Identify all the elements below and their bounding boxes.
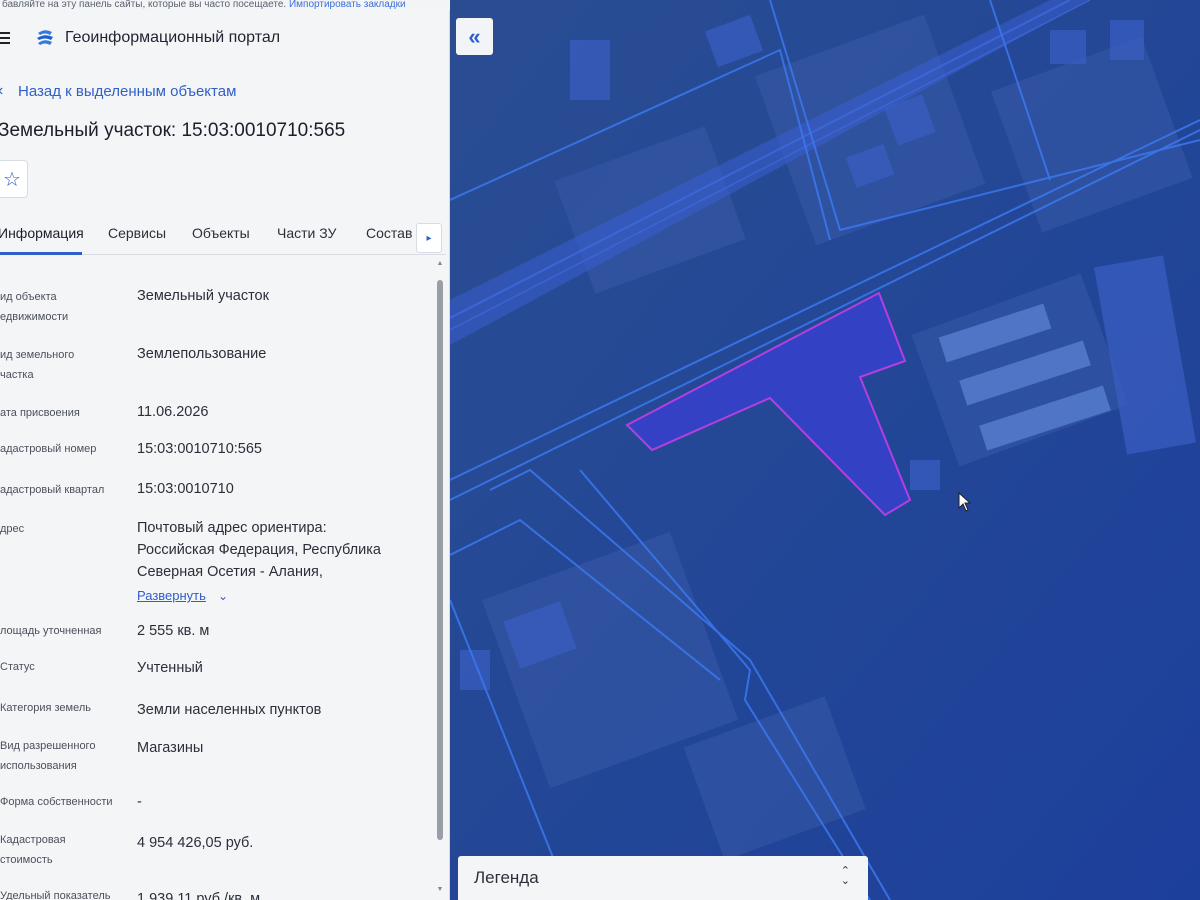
object-title: Земельный участок: 15:03:0010710:565	[0, 120, 346, 141]
address-value: Почтовый адрес ориентира: Российская Фед…	[137, 520, 381, 603]
up-down-chevron-icon: ⌃ ⌄	[840, 865, 850, 887]
prop-label: Кадастровая стоимость	[0, 834, 66, 866]
prop-value: 2 555 кв. м	[137, 623, 210, 639]
prop-label: адастровый номер	[0, 443, 97, 455]
portal-logo-icon	[34, 27, 56, 49]
prop-label: ид земельного частка	[0, 349, 75, 381]
expand-address-link[interactable]: Развернуть	[137, 588, 206, 603]
panel-scrollbar[interactable]	[437, 280, 443, 840]
map-canvas	[450, 0, 1200, 900]
bookmarks-hint: бавляйте на эту панель сайты, которые вы…	[2, 0, 287, 10]
tab-composition[interactable]: Состав	[366, 225, 412, 241]
prop-label: адастровый квартал	[0, 484, 105, 496]
tab-information[interactable]: Информация	[0, 225, 84, 241]
legend-selector[interactable]: Легенда ⌃ ⌄	[458, 856, 868, 900]
prop-value: Учтенный	[137, 660, 203, 676]
object-info-panel: Геоинформационный портал ‹ Назад к выдел…	[0, 10, 450, 900]
active-tab-indicator	[0, 252, 82, 255]
tabs-scroll-right-button[interactable]: ▸	[416, 223, 442, 253]
prop-label: лощадь уточненная	[0, 625, 102, 637]
import-bookmarks-link[interactable]: Импортировать закладки	[289, 0, 406, 10]
chevron-left-icon: ‹	[0, 82, 14, 100]
prop-value: -	[137, 794, 142, 810]
hamburger-menu-icon[interactable]	[0, 32, 12, 44]
prop-value: 11.06.2026	[137, 404, 209, 420]
prop-label: Категория земель	[0, 702, 91, 714]
prop-label: Форма собственности	[0, 796, 113, 808]
caret-right-icon: ▸	[426, 232, 432, 244]
chevron-down-icon: ⌄	[217, 589, 229, 603]
tab-bar: Информация Сервисы Объекты Части ЗУ Сост…	[0, 215, 446, 255]
prop-value: 4 954 426,05 руб.	[137, 835, 254, 851]
app-title: Геоинформационный портал	[65, 29, 281, 46]
tab-parts[interactable]: Части ЗУ	[277, 225, 336, 241]
legend-label: Легенда	[474, 868, 539, 887]
prop-value: 15:03:0010710:565	[137, 441, 262, 457]
app-header: Геоинформационный портал	[0, 22, 440, 54]
back-to-selected-link[interactable]: ‹ Назад к выделенным объектам	[0, 82, 236, 100]
prop-label: дрес	[0, 523, 25, 535]
prop-value: 1 939,11 руб./кв. м	[137, 891, 261, 900]
map-view[interactable]: « Легенда ⌃ ⌄	[450, 0, 1200, 900]
prop-label: Вид разрешенного использования	[0, 740, 96, 772]
scroll-down-icon[interactable]: ▼	[436, 886, 444, 893]
star-icon: ☆	[3, 168, 21, 191]
prop-label: Статус	[0, 661, 35, 673]
tab-objects[interactable]: Объекты	[192, 225, 250, 241]
prop-label: Удельный показатель	[0, 890, 111, 900]
favorite-button[interactable]: ☆	[0, 160, 28, 198]
collapse-panel-button[interactable]: «	[456, 18, 493, 55]
double-chevron-left-icon: «	[468, 23, 481, 49]
prop-value: Магазины	[137, 740, 204, 756]
prop-label: ата присвоения	[0, 407, 80, 419]
bookmarks-bar: бавляйте на эту панель сайты, которые вы…	[0, 0, 450, 10]
prop-value: Земли населенных пунктов	[137, 702, 322, 718]
tab-services[interactable]: Сервисы	[108, 225, 166, 241]
prop-label: ид объекта едвижимости	[0, 291, 69, 323]
prop-value: Землепользование	[137, 346, 267, 362]
prop-value: 15:03:0010710	[137, 481, 234, 497]
scroll-up-icon[interactable]: ▲	[436, 260, 444, 267]
prop-value: Земельный участок	[137, 288, 269, 304]
mouse-cursor-icon	[958, 492, 972, 512]
back-link-label: Назад к выделенным объектам	[18, 82, 237, 100]
